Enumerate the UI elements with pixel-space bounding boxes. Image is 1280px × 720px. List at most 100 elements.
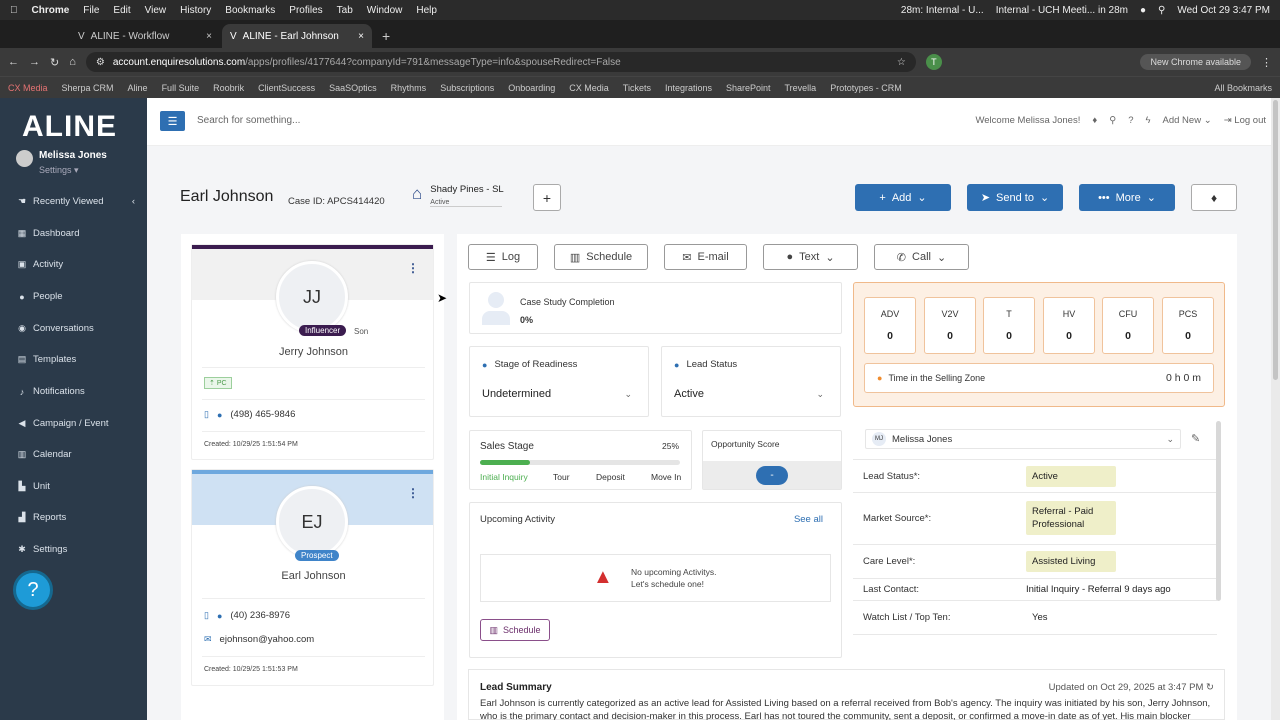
wifi-icon[interactable]: ● — [1140, 5, 1146, 16]
phone-row[interactable]: ▯ ● (40) 236-8976 — [204, 610, 290, 621]
bookmark-all[interactable]: All Bookmarks — [1214, 83, 1272, 93]
address-bar[interactable]: ⚙ account.enquiresolutions.com/apps/prof… — [85, 52, 916, 72]
community-selector[interactable]: ⌂ Shady Pines - SL Active — [412, 184, 504, 207]
stage-tour[interactable]: Tour — [553, 472, 570, 482]
call-button[interactable]: ✆ Call ⌄ — [874, 244, 969, 270]
timer-status[interactable]: 28m: Internal - U... — [901, 5, 984, 16]
search-icon[interactable]: ⚲ — [1158, 5, 1165, 16]
send-to-button[interactable]: ➤ Send to ⌄ — [967, 184, 1063, 211]
text-button[interactable]: ● Text ⌄ — [763, 244, 858, 270]
bookmark-rhythms[interactable]: Rhythms — [391, 83, 427, 93]
opportunity-score-value[interactable]: - — [756, 466, 788, 485]
more-button[interactable]: ••• More ⌄ — [1079, 184, 1175, 211]
kebab-icon[interactable]: ⋮ — [407, 261, 419, 275]
sidebar-item-dashboard[interactable]: ▦ Dashboard — [0, 228, 147, 239]
menu-window[interactable]: Window — [367, 5, 403, 16]
stage-deposit[interactable]: Deposit — [596, 472, 625, 482]
bookmark-roobrik[interactable]: Roobrik — [213, 83, 244, 93]
bell-icon[interactable]: ♦ — [1092, 115, 1097, 126]
bookmark-integrations[interactable]: Integrations — [665, 83, 712, 93]
case-study-card[interactable]: Case Study Completion 0% — [469, 282, 842, 334]
kebab-icon[interactable]: ⋮ — [1261, 56, 1272, 69]
bookmark-prototypes[interactable]: Prototypes - CRM — [830, 83, 902, 93]
pencil-icon[interactable]: ✎ — [1191, 432, 1200, 445]
bookmark-clientsuccess[interactable]: ClientSuccess — [258, 83, 315, 93]
sidebar-item-people[interactable]: ● People — [0, 291, 147, 302]
chrome-update-button[interactable]: New Chrome available — [1140, 54, 1251, 70]
aline-logo[interactable]: ALINE — [22, 110, 117, 144]
stage-initial-inquiry[interactable]: Initial Inquiry — [480, 472, 528, 482]
close-icon[interactable]: × — [206, 31, 212, 42]
forward-icon[interactable]: → — [29, 56, 40, 68]
sidebar-item-recently-viewed[interactable]: ☚ Recently Viewed ‹ — [0, 196, 147, 207]
phone-row[interactable]: ▯ ● (498) 465-9846 — [204, 409, 295, 420]
stage-move-in[interactable]: Move In — [651, 472, 681, 482]
menu-history[interactable]: History — [180, 5, 211, 16]
reload-icon[interactable]: ↻ — [50, 56, 59, 69]
menu-help[interactable]: Help — [416, 5, 437, 16]
apple-icon[interactable]:  — [10, 5, 18, 16]
lead-status-select[interactable]: Active ⌄ — [674, 388, 824, 400]
bookmark-saasoptics[interactable]: SaaSOptics — [329, 83, 377, 93]
contact-name[interactable]: Jerry Johnson — [192, 346, 435, 358]
bookmark-trevella[interactable]: Trevella — [785, 83, 817, 93]
owner-select[interactable]: MJ Melissa Jones ⌄ — [865, 429, 1181, 449]
bookmark-full-suite[interactable]: Full Suite — [162, 83, 200, 93]
menu-toggle-button[interactable]: ☰ — [160, 111, 185, 131]
sidebar-item-templates[interactable]: ▤ Templates — [0, 354, 147, 365]
new-tab-icon[interactable]: + — [374, 28, 398, 48]
kebab-icon[interactable]: ⋮ — [407, 486, 419, 500]
search-icon[interactable]: ⚲ — [1109, 115, 1116, 126]
details-scrollbar[interactable] — [1216, 421, 1221, 601]
tab-workflow[interactable]: V ALINE - Workflow × — [70, 24, 220, 48]
email-row[interactable]: ✉ ejohnson@yahoo.com — [204, 634, 314, 645]
detail-row-lead-status[interactable]: Lead Status*: Active — [853, 459, 1217, 492]
email-button[interactable]: ✉ E-mail — [664, 244, 747, 270]
add-community-button[interactable]: + — [533, 184, 561, 211]
clock[interactable]: Wed Oct 29 3:47 PM — [1177, 5, 1270, 16]
add-button[interactable]: + Add ⌄ — [855, 184, 951, 211]
tab-earl-johnson[interactable]: V ALINE - Earl Johnson × — [222, 24, 372, 48]
bolt-icon[interactable]: ϟ — [1145, 115, 1150, 126]
counter-hv[interactable]: HV 0 — [1043, 297, 1095, 354]
detail-row-care-level[interactable]: Care Level*: Assisted Living — [853, 544, 1217, 578]
site-info-icon[interactable]: ⚙ — [96, 57, 105, 68]
sidebar-item-campaign[interactable]: ◀ Campaign / Event — [0, 418, 147, 429]
bookmark-cx-media[interactable]: CX Media — [8, 83, 48, 93]
bookmark-sharepoint[interactable]: SharePoint — [726, 83, 771, 93]
counter-cfu[interactable]: CFU 0 — [1102, 297, 1154, 354]
help-circle-icon[interactable]: ? — [1128, 115, 1133, 126]
detail-row-market-source[interactable]: Market Source*: Referral - Paid Professio… — [853, 492, 1217, 544]
notification-bell-button[interactable]: ♦ — [1191, 184, 1237, 211]
counter-adv[interactable]: ADV 0 — [864, 297, 916, 354]
back-icon[interactable]: ← — [8, 56, 19, 68]
detail-row-watch-list[interactable]: Watch List / Top Ten: Yes — [853, 600, 1217, 635]
counter-v2v[interactable]: V2V 0 — [924, 297, 976, 354]
menu-profiles[interactable]: Profiles — [289, 5, 322, 16]
counter-t[interactable]: T0 — [983, 297, 1035, 354]
settings-dropdown[interactable]: Settings ▾ — [39, 165, 79, 176]
schedule-activity-button[interactable]: ▥ Schedule — [480, 619, 550, 641]
menu-bookmarks[interactable]: Bookmarks — [225, 5, 275, 16]
menu-tab[interactable]: Tab — [337, 5, 353, 16]
app-name[interactable]: Chrome — [32, 5, 70, 16]
close-icon[interactable]: × — [358, 31, 364, 42]
help-button[interactable]: ? — [13, 570, 53, 610]
add-new-button[interactable]: Add New ⌄ — [1163, 115, 1212, 126]
detail-row-last-contact[interactable]: Last Contact: Initial Inquiry - Referral … — [853, 578, 1217, 600]
menu-edit[interactable]: Edit — [113, 5, 130, 16]
menu-file[interactable]: File — [83, 5, 99, 16]
chevron-left-icon[interactable]: ‹ — [132, 196, 135, 207]
contact-name[interactable]: Earl Johnson — [192, 570, 435, 582]
avatar[interactable]: EJ — [276, 486, 348, 558]
schedule-button[interactable]: ▥ Schedule — [554, 244, 648, 270]
refresh-icon[interactable]: ↻ — [1206, 682, 1214, 693]
logout-button[interactable]: ⇥ Log out — [1224, 115, 1266, 126]
log-button[interactable]: ☰ Log — [468, 244, 538, 270]
readiness-select[interactable]: Undetermined ⌄ — [482, 388, 632, 400]
sidebar-item-unit[interactable]: ▙ Unit — [0, 481, 147, 492]
avatar[interactable]: JJ — [276, 261, 348, 333]
menu-view[interactable]: View — [145, 5, 167, 16]
scrollbar-thumb[interactable] — [1273, 100, 1278, 380]
sidebar-item-notifications[interactable]: ♪ Notifications — [0, 386, 147, 397]
